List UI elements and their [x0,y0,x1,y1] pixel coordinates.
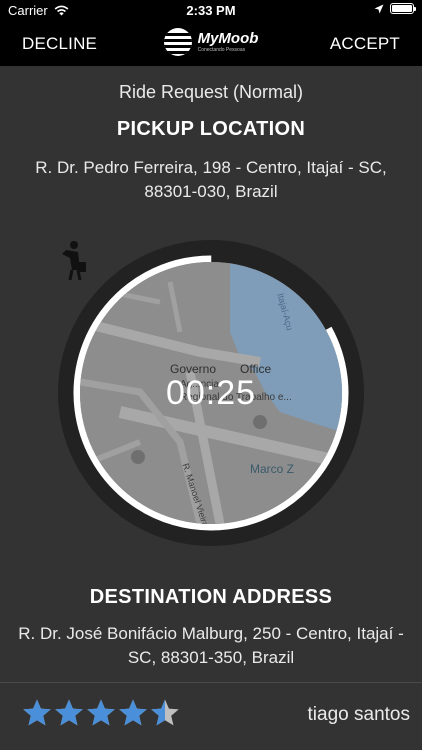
star-icon [119,699,147,726]
timer-countdown: 00:25 [165,374,257,412]
divider [0,682,422,683]
map-label-marco: Marco Z [250,462,295,476]
logo-mark-icon [163,28,192,56]
logo-name: MyMoob [197,30,259,47]
accept-button[interactable]: ACCEPT [330,34,400,54]
logo-text: MyMoob Conectando Pessoas [198,31,259,53]
location-arrow-icon [374,4,384,13]
star-icon [87,699,115,726]
map-poi-icon [253,415,267,429]
pickup-title: PICKUP LOCATION [116,118,306,140]
nav-bar: DECLINE MyMoob Conectando Pessoas ACCEPT [0,22,422,66]
ride-request-type: Ride Request (Normal) [118,82,304,102]
passenger-pin-icon [62,241,86,280]
passenger-rating [22,698,180,728]
star-icon [23,699,51,726]
passenger-name: tiago santos [307,704,410,725]
star-icon [151,699,179,726]
status-time: 2:33 PM [186,3,236,18]
battery-fill [392,5,412,12]
destination-address: R. Dr. José Bonifácio Malburg, 250 - Cen… [18,624,404,667]
battery-icon [390,3,416,14]
star-icon [55,699,83,726]
destination-title: DESTINATION ADDRESS [89,586,333,608]
countdown-timer: Governo Office Ag...ncia Regional do Tra… [58,240,364,546]
status-right [374,3,416,14]
status-bar: Carrier 2:33 PM [0,0,422,22]
logo-subtitle: Conectando Pessoas [197,47,246,53]
pickup-address: R. Dr. Pedro Ferreira, 198 - Centro, Ita… [35,158,387,201]
map-poi-icon [131,450,145,464]
